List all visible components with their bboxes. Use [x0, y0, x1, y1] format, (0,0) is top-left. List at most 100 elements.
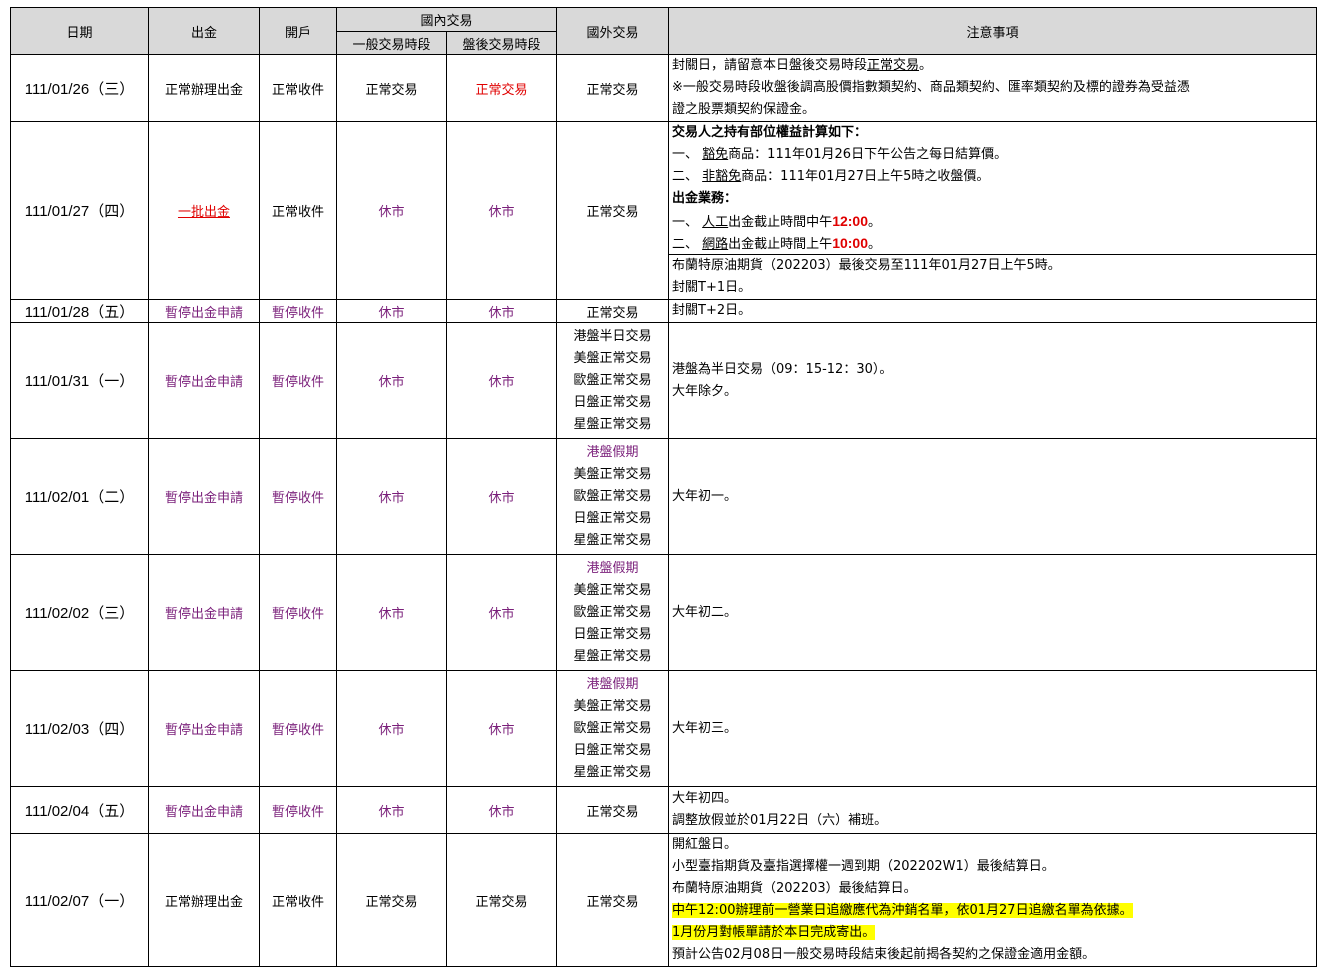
- regular-session-cell: 休市: [336, 322, 447, 439]
- table-row: 111/01/26（三） 正常辦理出金 正常收件 正常交易 正常交易 正常交易 …: [10, 54, 1318, 122]
- foreign-cell: 港盤半日交易 美盤正常交易 歐盤正常交易 日盤正常交易 星盤正常交易: [556, 322, 670, 439]
- foreign-market-line: 日盤正常交易: [573, 394, 652, 410]
- note-line: 證之股票類契約保證金。: [672, 102, 816, 117]
- header-notes: 注意事項: [668, 7, 1318, 55]
- table-row: 111/02/03（四） 暫停出金申請 暫停收件 休市 休市 港盤假期 美盤正常…: [10, 670, 1318, 787]
- foreign-cell: 正常交易: [556, 833, 670, 967]
- header-domestic: 國內交易: [335, 7, 558, 32]
- foreign-market-line: 美盤正常交易: [573, 466, 652, 482]
- foreign-market-line: 星盤正常交易: [573, 416, 652, 432]
- table-row: 111/02/01（二） 暫停出金申請 暫停收件 休市 休市 港盤假期 美盤正常…: [10, 438, 1318, 555]
- foreign-market-line: 歐盤正常交易: [573, 604, 652, 620]
- header-after-hours: 盤後交易時段: [445, 31, 558, 55]
- foreign-cell: 正常交易: [556, 299, 670, 323]
- note-line: 預計公告02月08日一般交易時段結束後起前揭各契約之保證金適用金額。: [672, 947, 1096, 962]
- withdraw-cell: 暫停出金申請: [148, 554, 260, 671]
- note-line: 出金業務：: [672, 191, 738, 206]
- after-hours-cell: 休市: [445, 786, 558, 834]
- holiday-schedule-table: 日期 出金 開戶 國內交易 國外交易 注意事項 一般交易時段 盤後交易時段 11…: [10, 7, 1318, 967]
- after-hours-cell: 休市: [445, 322, 558, 439]
- foreign-market-line: 日盤正常交易: [573, 626, 652, 642]
- notes-cell: 開紅盤日。 小型臺指期貨及臺指選擇權一週到期（202202W1）最後結算日。 布…: [668, 833, 1318, 967]
- foreign-cell: 港盤假期 美盤正常交易 歐盤正常交易 日盤正常交易 星盤正常交易: [556, 670, 670, 787]
- foreign-market-line: 美盤正常交易: [573, 350, 652, 366]
- notes-cell: 港盤為半日交易（09：15-12：30）。 大年除夕。: [668, 322, 1318, 439]
- regular-session-cell: 休市: [336, 670, 447, 787]
- regular-session-cell: 正常交易: [336, 54, 447, 122]
- notes-cell: 封關日，請留意本日盤後交易時段正常交易。 ※一般交易時段收盤後調高股價指數類契約…: [668, 54, 1318, 122]
- foreign-market-line: 星盤正常交易: [573, 532, 652, 548]
- foreign-market-line: 港盤半日交易: [573, 328, 652, 344]
- date-cell: 111/02/02（三）: [10, 554, 149, 671]
- regular-session-cell: 休市: [336, 299, 447, 323]
- note-line: 二、 非豁免商品：111年01月27日上午5時之收盤價。: [672, 169, 990, 184]
- note-line: 開紅盤日。: [672, 837, 738, 852]
- account-cell: 暫停收件: [259, 554, 337, 671]
- date-cell: 111/01/27（四）: [10, 121, 149, 300]
- note-line: 1月份月對帳單請於本日完成寄出。: [672, 922, 1313, 944]
- notes-cell: 大年初三。: [668, 670, 1318, 787]
- foreign-market-line: 美盤正常交易: [573, 582, 652, 598]
- after-hours-cell: 正常交易: [445, 54, 558, 122]
- note-line: 港盤為半日交易（09：15-12：30）。: [672, 361, 893, 377]
- table-row: 111/01/27（四） 一批出金 正常收件 休市 休市 正常交易 交易人之持有…: [10, 121, 1318, 300]
- withdraw-cell: 暫停出金申請: [148, 438, 260, 555]
- note-line: 大年初四。: [672, 791, 738, 806]
- table-row: 111/02/04（五） 暫停出金申請 暫停收件 休市 休市 正常交易 大年初四…: [10, 786, 1318, 834]
- account-cell: 正常收件: [259, 54, 337, 122]
- account-cell: 正常收件: [259, 833, 337, 967]
- notes-cell: 大年初二。: [668, 554, 1318, 671]
- note-line: 一、 人工出金截止時間中午12:00。: [672, 213, 882, 230]
- table-row: 111/01/31（一） 暫停出金申請 暫停收件 休市 休市 港盤半日交易 美盤…: [10, 322, 1318, 439]
- after-hours-cell: 休市: [445, 554, 558, 671]
- regular-session-cell: 正常交易: [336, 833, 447, 967]
- header-foreign: 國外交易: [556, 7, 670, 55]
- note-line: 大年除夕。: [672, 383, 738, 399]
- regular-session-cell: 休市: [336, 121, 447, 300]
- note-line: 小型臺指期貨及臺指選擇權一週到期（202202W1）最後結算日。: [672, 859, 1055, 874]
- note-line: 調整放假並於01月22日（六）補班。: [672, 813, 888, 828]
- table-row: 111/02/07（一） 正常辦理出金 正常收件 正常交易 正常交易 正常交易 …: [10, 833, 1318, 967]
- foreign-cell: 港盤假期 美盤正常交易 歐盤正常交易 日盤正常交易 星盤正常交易: [556, 438, 670, 555]
- notes-cell: 大年初一。: [668, 438, 1318, 555]
- foreign-cell: 港盤假期 美盤正常交易 歐盤正常交易 日盤正常交易 星盤正常交易: [556, 554, 670, 671]
- note-line: 交易人之持有部位權益計算如下：: [672, 125, 868, 140]
- note-line: 中午12:00辦理前一營業日追繳應代為沖銷名單，依01月27日追繳名單為依據。: [672, 900, 1313, 922]
- notes-cell: 交易人之持有部位權益計算如下： 一、 豁免商品：111年01月26日下午公告之每…: [668, 121, 1318, 300]
- withdraw-cell: 正常辦理出金: [148, 833, 260, 967]
- header-account: 開戶: [259, 7, 337, 55]
- after-hours-cell: 休市: [445, 438, 558, 555]
- note-line: 布蘭特原油期貨（202203）最後結算日。: [672, 881, 917, 896]
- regular-session-cell: 休市: [336, 554, 447, 671]
- foreign-market-line: 日盤正常交易: [573, 510, 652, 526]
- foreign-market-line: 美盤正常交易: [573, 698, 652, 714]
- foreign-market-line: 港盤假期: [586, 560, 639, 576]
- account-cell: 暫停收件: [259, 438, 337, 555]
- date-cell: 111/02/04（五）: [10, 786, 149, 834]
- note-line: 封關T+1日。: [672, 280, 752, 295]
- account-cell: 暫停收件: [259, 786, 337, 834]
- header-withdraw: 出金: [148, 7, 260, 55]
- note-subsection: 布蘭特原油期貨（202203）最後交易至111年01月27日上午5時。 封關T+…: [669, 254, 1316, 299]
- foreign-market-line: 歐盤正常交易: [573, 488, 652, 504]
- foreign-market-line: 港盤假期: [586, 676, 639, 692]
- note-line: ※一般交易時段收盤後調高股價指數類契約、商品類契約、匯率類契約及標的證券為受益憑: [672, 80, 1190, 95]
- foreign-market-line: 星盤正常交易: [573, 648, 652, 664]
- note-line: 布蘭特原油期貨（202203）最後交易至111年01月27日上午5時。: [672, 258, 1061, 273]
- foreign-market-line: 星盤正常交易: [573, 764, 652, 780]
- table-row: 111/02/02（三） 暫停出金申請 暫停收件 休市 休市 港盤假期 美盤正常…: [10, 554, 1318, 671]
- foreign-cell: 正常交易: [556, 121, 670, 300]
- date-cell: 111/01/28（五）: [10, 299, 149, 323]
- note-line: 一、 豁免商品：111年01月26日下午公告之每日結算價。: [672, 147, 1008, 162]
- account-cell: 暫停收件: [259, 670, 337, 787]
- foreign-cell: 正常交易: [556, 786, 670, 834]
- date-cell: 111/01/31（一）: [10, 322, 149, 439]
- withdraw-cell: 正常辦理出金: [148, 54, 260, 122]
- after-hours-cell: 休市: [445, 121, 558, 300]
- withdraw-cell: 暫停出金申請: [148, 299, 260, 323]
- header-date: 日期: [10, 7, 149, 55]
- note-line: 二、 網路出金截止時間上午10:00。: [672, 235, 882, 252]
- header-regular-session: 一般交易時段: [336, 31, 447, 55]
- date-cell: 111/02/07（一）: [10, 833, 149, 967]
- after-hours-cell: 正常交易: [445, 833, 558, 967]
